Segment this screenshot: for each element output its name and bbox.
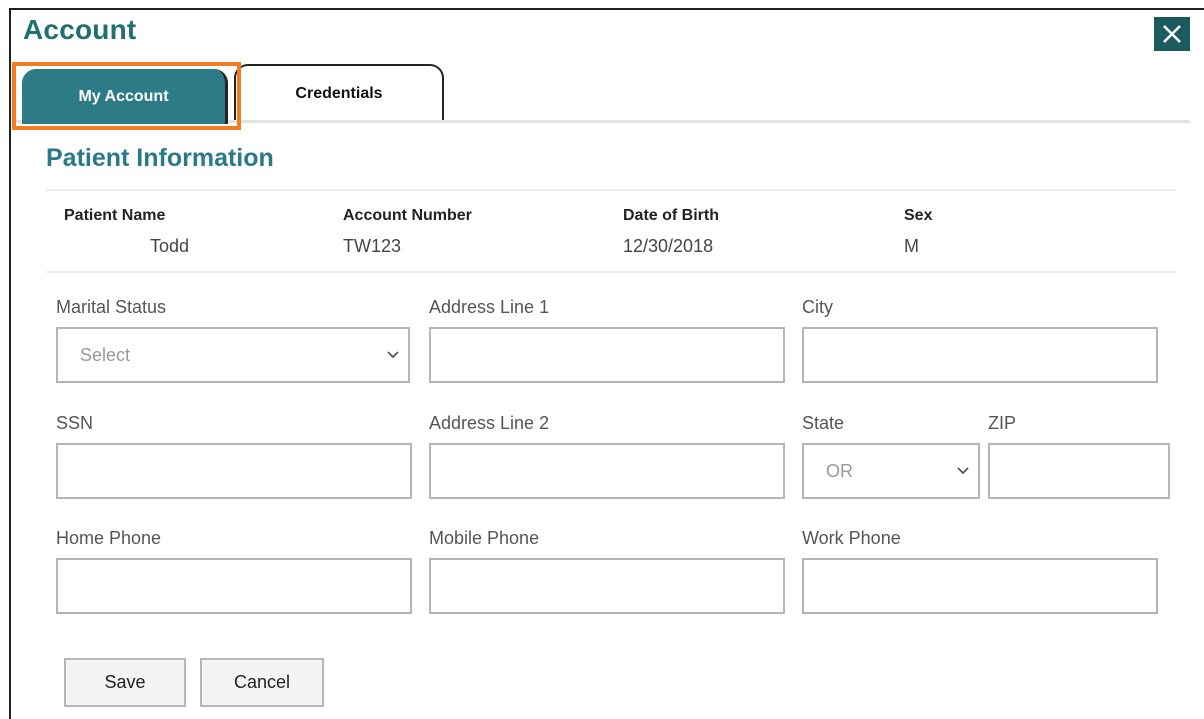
divider-bottom	[46, 271, 1176, 273]
city-label: City	[802, 297, 833, 317]
ssn-label: SSN	[56, 413, 94, 433]
close-button[interactable]	[1154, 17, 1190, 51]
marital-status-select[interactable]: Select	[56, 327, 410, 383]
dob-label: Date of Birth	[623, 207, 719, 224]
marital-status-value: Select	[80, 344, 131, 365]
tab-my-account[interactable]: My Account	[22, 69, 228, 124]
sex-value: M	[904, 236, 919, 256]
account-number-value: TW123	[343, 236, 402, 256]
state-select[interactable]: OR	[802, 443, 980, 499]
save-button[interactable]: Save	[64, 658, 186, 707]
mobile-phone-input[interactable]	[429, 558, 785, 614]
account-number-label: Account Number	[343, 207, 472, 224]
tab-bar: My Account Credentials	[12, 62, 1190, 130]
state-label: State	[802, 413, 845, 433]
work-phone-label: Work Phone	[802, 528, 901, 548]
address2-label: Address Line 2	[429, 413, 550, 433]
city-input[interactable]	[802, 327, 1158, 383]
sex-label: Sex	[904, 207, 933, 224]
divider-top	[46, 189, 1176, 191]
zip-label: ZIP	[988, 413, 1017, 433]
marital-status-label: Marital Status	[56, 297, 167, 317]
state-value: OR	[826, 460, 853, 481]
home-phone-label: Home Phone	[56, 528, 162, 548]
chevron-down-icon	[957, 467, 969, 475]
patient-name-label: Patient Name	[64, 207, 166, 224]
zip-input[interactable]	[988, 443, 1170, 499]
section-title: Patient Information	[46, 144, 274, 172]
home-phone-input[interactable]	[56, 558, 412, 614]
cancel-button[interactable]: Cancel	[200, 658, 324, 707]
dob-value: 12/30/2018	[623, 236, 714, 256]
mobile-phone-label: Mobile Phone	[429, 528, 540, 548]
close-icon	[1163, 25, 1181, 43]
chevron-down-icon	[387, 351, 399, 359]
dialog-title: Account	[23, 14, 137, 45]
address2-input[interactable]	[429, 443, 785, 499]
patient-name-value: Todd	[150, 236, 190, 256]
address1-label: Address Line 1	[429, 297, 550, 317]
address1-input[interactable]	[429, 327, 785, 383]
ssn-input[interactable]	[56, 443, 412, 499]
tab-credentials[interactable]: Credentials	[234, 64, 444, 121]
work-phone-input[interactable]	[802, 558, 1158, 614]
